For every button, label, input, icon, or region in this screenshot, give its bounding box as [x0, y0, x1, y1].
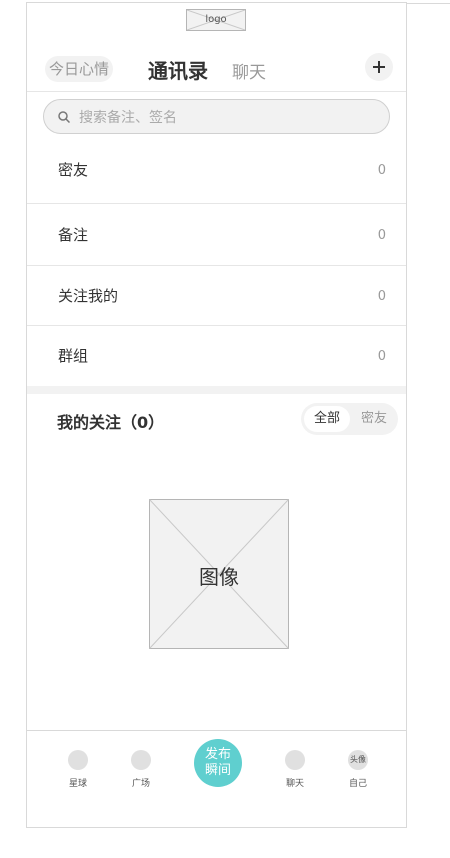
list-item-label: 关注我的 [58, 287, 119, 305]
list-item-followers[interactable]: 关注我的 0 [27, 266, 406, 326]
list-item-count: 0 [377, 289, 386, 304]
list-item-groups[interactable]: 群组 0 [27, 326, 406, 386]
list-item-label: 备注 [58, 226, 89, 244]
image-placeholder-label: 图像 [199, 565, 239, 589]
filter-all-button[interactable]: 全部 [304, 406, 350, 432]
image-placeholder: 图像 [149, 499, 289, 649]
nav-planet-label: 星球 [68, 779, 87, 789]
avatar: 头像 [348, 750, 368, 770]
section-divider [27, 386, 406, 394]
nav-square-label: 广场 [131, 779, 150, 789]
tab-contacts[interactable]: 通讯录 [148, 55, 208, 84]
search-input[interactable] [77, 106, 381, 130]
search-icon [58, 111, 70, 123]
list-item-count: 0 [377, 163, 386, 178]
top-rule [407, 3, 450, 4]
row-divider [27, 203, 406, 204]
list-item-label: 群组 [58, 347, 89, 365]
list-item-count: 0 [377, 349, 386, 364]
nav-planet[interactable]: 星球 [58, 750, 98, 789]
nav-self[interactable]: 头像 自己 [338, 750, 378, 789]
publish-button-label: 发布瞬间 [204, 747, 231, 778]
following-filter: 全部 密友 [301, 403, 398, 435]
add-button[interactable] [365, 53, 393, 81]
nav-chat[interactable]: 聊天 [275, 750, 315, 789]
publish-button[interactable]: 发布瞬间 [194, 739, 242, 787]
list-item-remarks[interactable]: 备注 0 [27, 205, 406, 265]
filter-friends-button[interactable]: 密友 [354, 406, 394, 432]
header-divider [27, 91, 406, 92]
following-title: 我的关注（0） [57, 413, 165, 432]
app-frame: logo 今日心情 通讯录 聊天 密友 0 备注 0 关注我的 0 群组 0 我… [26, 2, 407, 828]
list-item-label: 密友 [58, 161, 89, 179]
tab-chat[interactable]: 聊天 [232, 58, 266, 83]
logo-text: logo [205, 14, 227, 25]
nav-self-label: 自己 [348, 779, 367, 789]
list-item-count: 0 [377, 228, 386, 243]
bottom-nav-divider [27, 730, 406, 731]
mood-button[interactable]: 今日心情 [45, 56, 113, 82]
planet-icon [68, 750, 88, 770]
nav-chat-label: 聊天 [285, 779, 304, 789]
search-bar[interactable] [43, 99, 390, 134]
chat-icon [285, 750, 305, 770]
square-icon [131, 750, 151, 770]
nav-square[interactable]: 广场 [121, 750, 161, 789]
list-item-close-friends[interactable]: 密友 0 [27, 143, 406, 203]
logo: logo [186, 9, 246, 31]
